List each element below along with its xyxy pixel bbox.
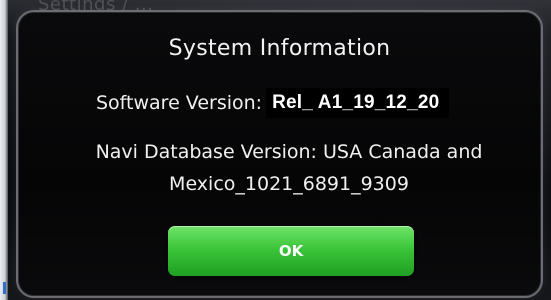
ok-button[interactable]: OK bbox=[168, 226, 414, 276]
head-unit-screen: Settings / ... System Information Softwa… bbox=[0, 0, 551, 300]
software-version-label: Software Version: bbox=[96, 92, 263, 114]
software-version-value: Rel_ A1_19_12_20 bbox=[266, 88, 450, 118]
photo-border bbox=[0, 0, 8, 300]
photo-border-mark bbox=[3, 282, 6, 294]
navi-database-version: Navi Database Version: USA Canada and Me… bbox=[95, 141, 483, 195]
dialog-title: System Information bbox=[168, 36, 391, 61]
software-version-row: Software Version: Rel_ A1_19_12_20 bbox=[96, 86, 450, 120]
system-information-dialog: System Information Software Version: Rel… bbox=[16, 10, 543, 298]
